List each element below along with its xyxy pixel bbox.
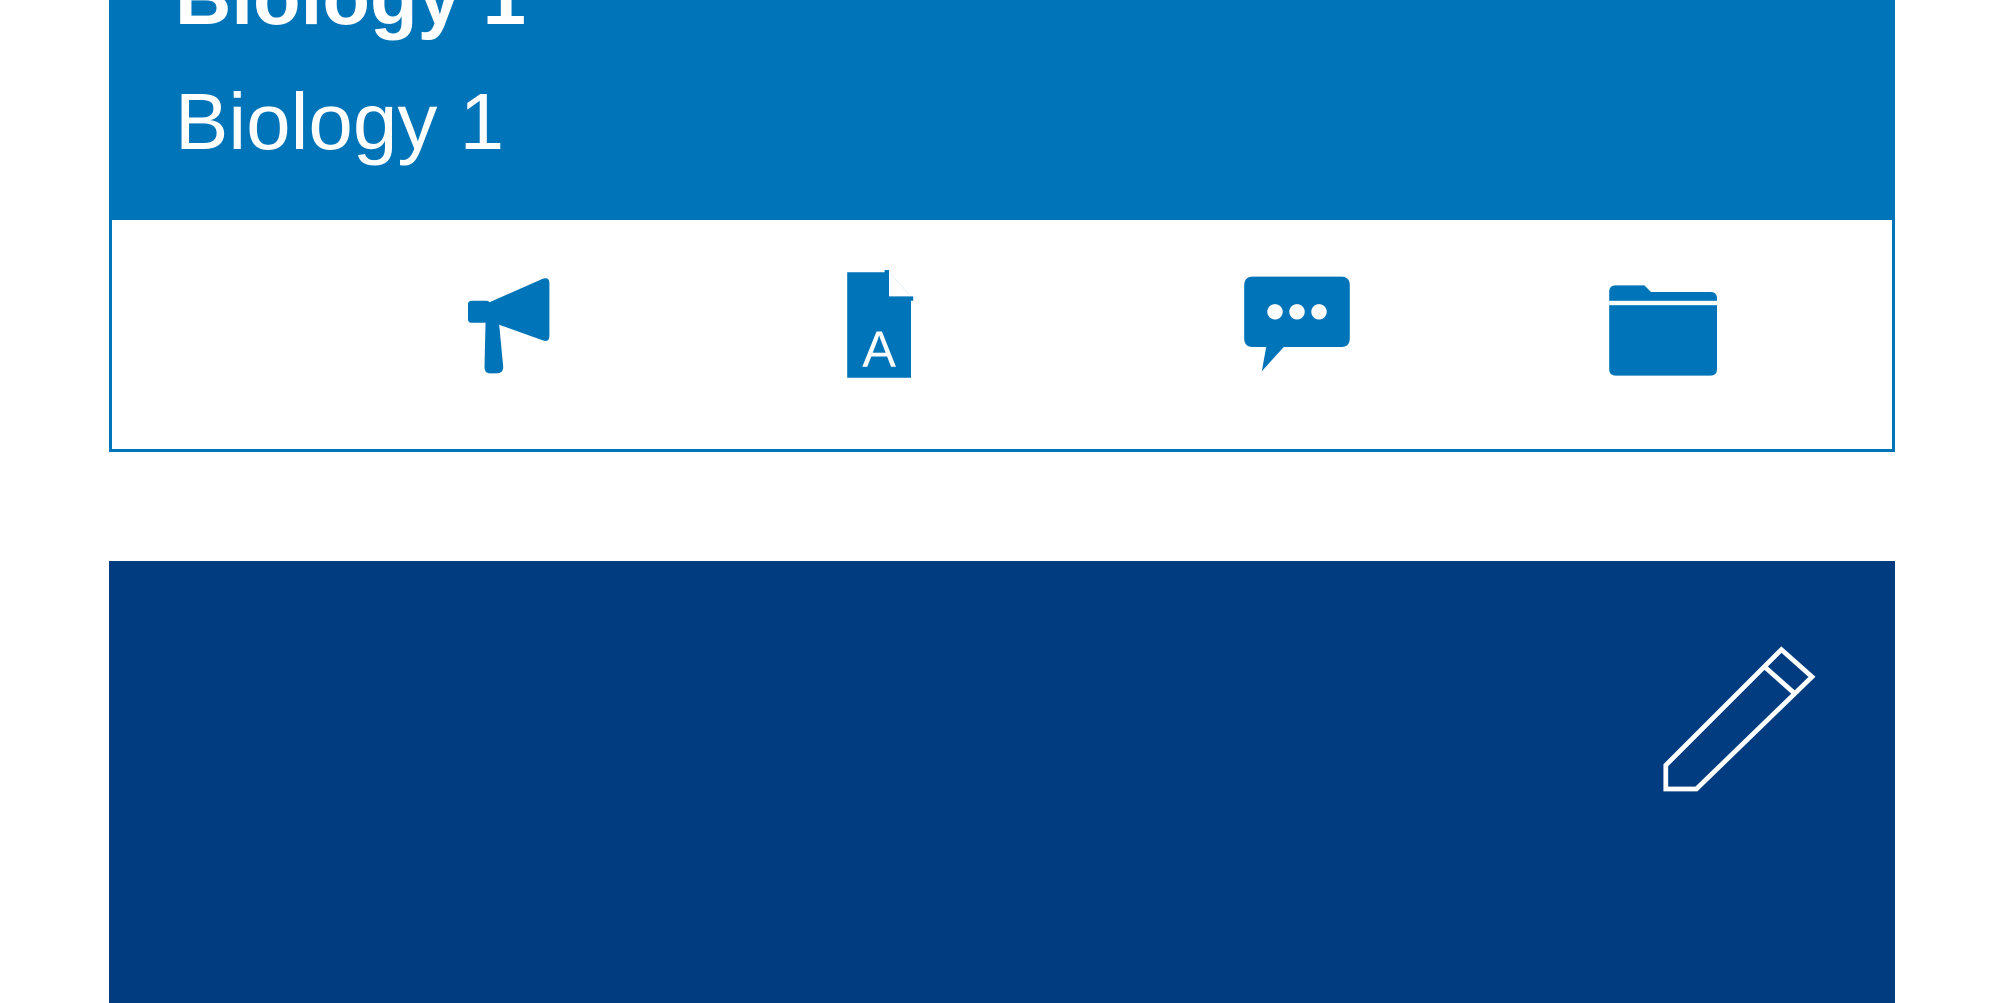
dashboard-page: Biology 1 Biology 1 (0, 0, 2000, 1003)
svg-text:A: A (862, 321, 896, 378)
document-letter-a-icon: A (823, 270, 933, 380)
course-card-2[interactable] (109, 561, 1895, 1003)
course-card-header[interactable]: Biology 1 Biology 1 (109, 0, 1895, 220)
course-title: Biology 1 (175, 0, 526, 36)
edit-course-button[interactable] (1659, 636, 1829, 806)
course-card-biology[interactable]: Biology 1 Biology 1 (109, 0, 1895, 452)
course-subtitle: Biology 1 (175, 77, 505, 166)
pencil-icon (1659, 646, 1829, 810)
megaphone-icon (457, 270, 567, 380)
announcements-button[interactable] (447, 260, 577, 390)
discussions-button[interactable] (1232, 260, 1362, 390)
assignments-button[interactable]: A (813, 260, 943, 390)
folder-icon (1607, 270, 1717, 380)
chat-bubble-icon (1242, 270, 1352, 380)
course-actions-bar: A (109, 220, 1895, 452)
files-button[interactable] (1597, 260, 1727, 390)
